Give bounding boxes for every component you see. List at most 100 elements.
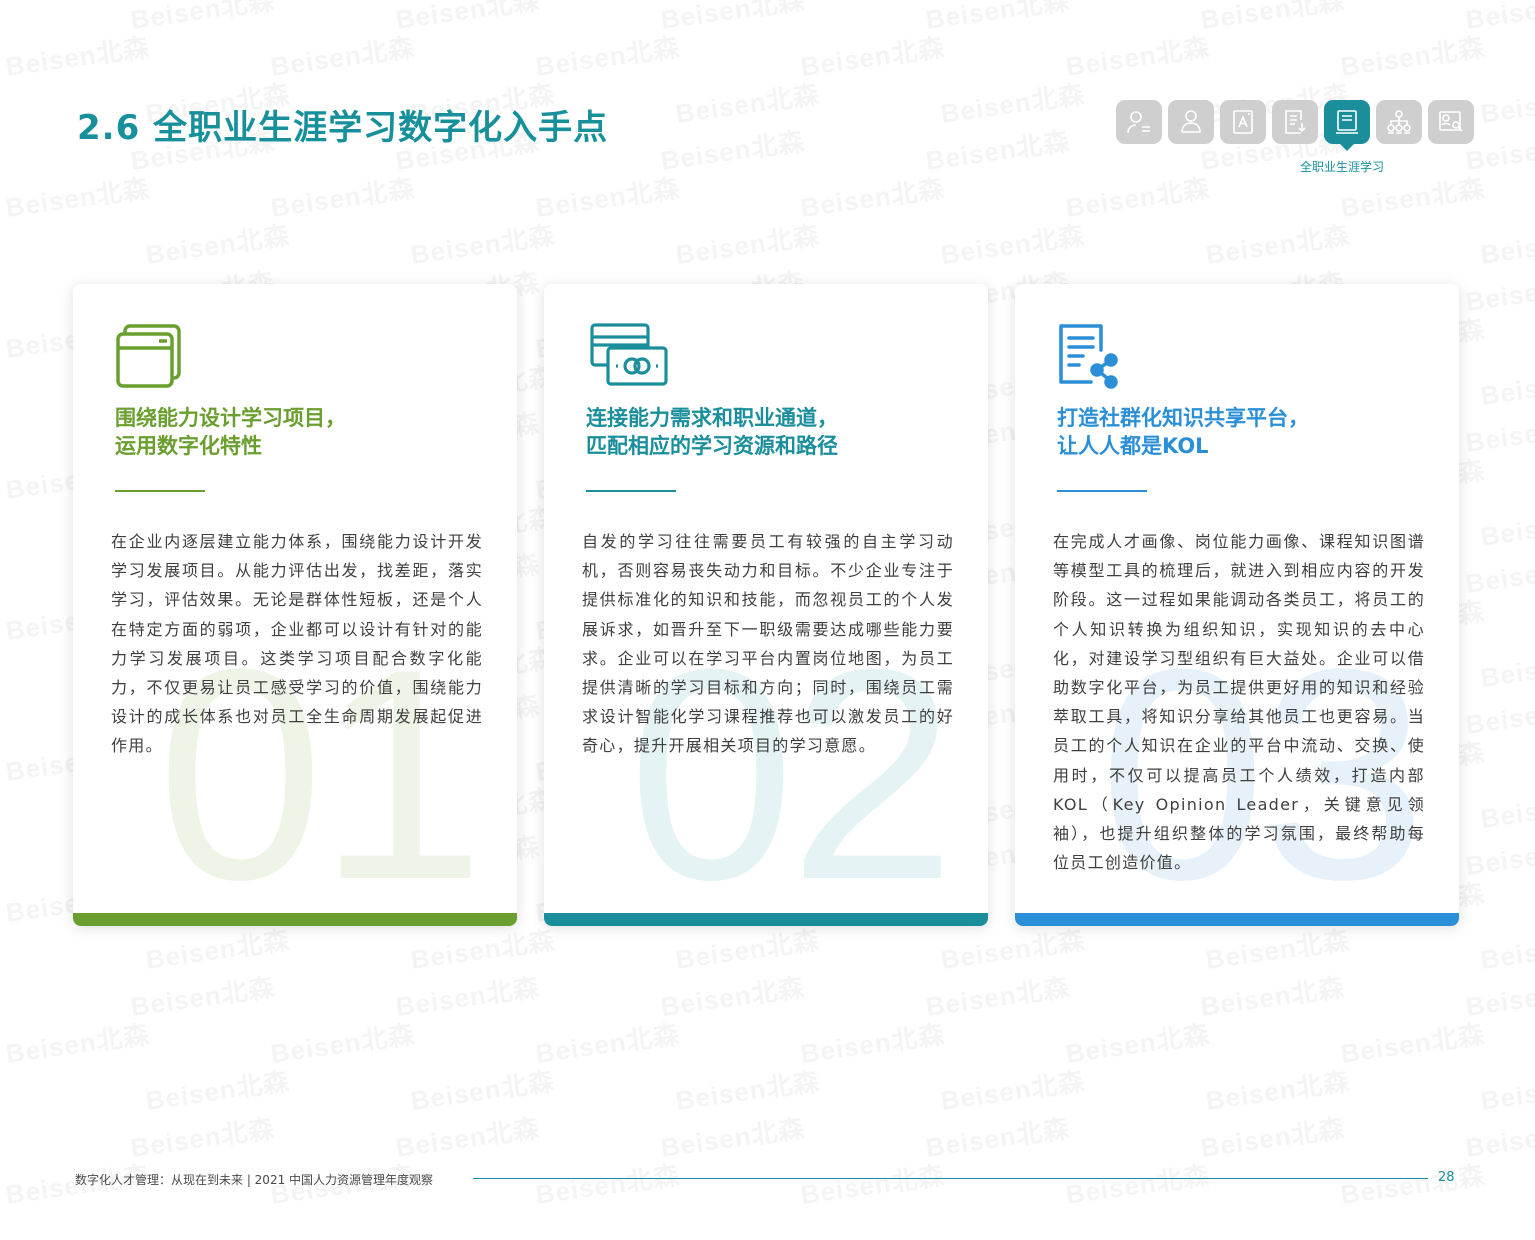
nav-learning-button[interactable] — [1324, 100, 1370, 151]
card-heading: 连接能力需求和职业通道， 匹配相应的学习资源和路径 — [586, 404, 966, 460]
watermark-text: Beisen北森 — [533, 27, 682, 84]
assessment-doc-icon — [1233, 110, 1253, 134]
nav-assessment-button[interactable] — [1220, 100, 1266, 144]
watermark-text: Beisen北森 — [393, 0, 542, 37]
watermark-text: Beisen北森 — [268, 27, 417, 84]
watermark-text: Beisen北森 — [1478, 356, 1535, 413]
watermark-text: Beisen北森 — [673, 215, 822, 272]
card-heading-line1: 围绕能力设计学习项目， — [115, 406, 346, 430]
watermark-text: Beisen北森 — [1063, 27, 1212, 84]
nav-person-org-button[interactable] — [1168, 100, 1214, 144]
watermark-text: Beisen北森 — [938, 1061, 1087, 1118]
watermark-text: Beisen北森 — [533, 168, 682, 225]
watermark-text: Beisen北森 — [1463, 403, 1535, 460]
browser-window-icon — [116, 324, 181, 388]
card-divider — [586, 490, 676, 492]
watermark-text: Beisen北森 — [1338, 1155, 1487, 1212]
watermark-text: Beisen北森 — [798, 1014, 947, 1071]
watermark-text: Beisen北森 — [143, 215, 292, 272]
card-divider — [115, 490, 205, 492]
watermark-text: Beisen北森 — [673, 920, 822, 977]
watermark-text: Beisen北森 — [658, 1108, 807, 1165]
nav-report-button[interactable] — [1272, 100, 1318, 144]
watermark-text: Beisen北森 — [128, 0, 277, 37]
card-body: 在完成人才画像、岗位能力画像、课程知识图谱等模型工具的梳理后，就进入到相应内容的… — [1053, 532, 1425, 873]
watermark-text: Beisen北森 — [923, 967, 1072, 1024]
watermark-text: Beisen北森 — [923, 0, 1072, 37]
watermark-text: Beisen北森 — [1463, 262, 1535, 319]
watermark-text: Beisen北森 — [1463, 1108, 1535, 1165]
person-org-icon — [1181, 110, 1201, 133]
watermark-text: Beisen北森 — [658, 121, 807, 178]
watermark-text: Beisen北森 — [1203, 920, 1352, 977]
card-bottom-bar — [1015, 913, 1459, 926]
watermark-text: Beisen北森 — [268, 168, 417, 225]
watermark-text: Beisen北森 — [1478, 638, 1535, 695]
watermark-text: Beisen北森 — [1063, 1014, 1212, 1071]
watermark-text: Beisen北森 — [1463, 544, 1535, 601]
card-heading-line2: 运用数字化特性 — [115, 434, 262, 458]
watermark-text: Beisen北森 — [658, 967, 807, 1024]
page-number: 28 — [1438, 1170, 1455, 1185]
card-divider — [1057, 490, 1147, 492]
watermark-text: Beisen北森 — [393, 967, 542, 1024]
watermark-text: Beisen北森 — [3, 27, 152, 84]
footer-divider — [473, 1178, 1428, 1179]
watermark-text: Beisen北森 — [938, 215, 1087, 272]
card-heading-line1: 连接能力需求和职业通道， — [586, 406, 838, 430]
card-heading-line1: 打造社群化知识共享平台， — [1057, 406, 1309, 430]
book-learning-icon — [1336, 110, 1358, 134]
nav-profile-search-button[interactable] — [1428, 100, 1474, 144]
watermark-text: Beisen北森 — [938, 74, 1087, 131]
watermark-text: Beisen北森 — [673, 74, 822, 131]
watermark-text: Beisen北森 — [1063, 168, 1212, 225]
watermark-text: Beisen北森 — [1463, 967, 1535, 1024]
card-heading: 打造社群化知识共享平台， 让人人都是KOL — [1057, 404, 1437, 460]
watermark-text: Beisen北森 — [128, 1108, 277, 1165]
nav-talent-profile-button[interactable] — [1116, 100, 1162, 144]
watermark-text: Beisen北森 — [128, 967, 277, 1024]
watermark-text: Beisen北森 — [1198, 0, 1347, 37]
watermark-text: Beisen北森 — [798, 168, 947, 225]
watermark-text: Beisen北森 — [3, 1014, 152, 1071]
watermark-text: Beisen北森 — [1478, 497, 1535, 554]
footer-text: 数字化人才管理：从现在到未来 | 2021 中国人力资源管理年度观察 — [75, 1173, 434, 1187]
watermark-text: Beisen北森 — [1338, 1014, 1487, 1071]
card-body: 自发的学习往往需要员工有较强的自主学习动机，否则容易丧失动力和目标。不少企业专注… — [582, 532, 954, 756]
watermark-text: Beisen北森 — [143, 1061, 292, 1118]
watermark-text: Beisen北森 — [938, 920, 1087, 977]
watermark-text: Beisen北森 — [1478, 779, 1535, 836]
watermark-text: Beisen北森 — [1478, 74, 1535, 131]
card-body: 在企业内逐层建立能力体系，围绕能力设计开发学习发展项目。从能力评估出发，找差距，… — [111, 532, 483, 756]
watermark-text: Beisen北森 — [1198, 967, 1347, 1024]
watermark-text: Beisen北森 — [1478, 920, 1535, 977]
card-02: 02 连接能力需求和职业通道， 匹配相应的学习资源和路径 自发的学习往往需要员工… — [544, 284, 988, 926]
watermark-text: Beisen北森 — [923, 121, 1072, 178]
watermark-text: Beisen北森 — [3, 168, 152, 225]
watermark-text: Beisen北森 — [1203, 215, 1352, 272]
watermark-text: Beisen北森 — [408, 215, 557, 272]
org-chart-icon — [1387, 110, 1411, 134]
report-doc-icon — [1285, 110, 1306, 134]
watermark-text: Beisen北森 — [408, 920, 557, 977]
card-heading-line2: 匹配相应的学习资源和路径 — [586, 434, 838, 458]
card-03: 03 打造社群化知识共享平台， 让人人都是KOL 在完成人才画像、岗位能力画像、… — [1015, 284, 1459, 926]
watermark-text: Beisen北森 — [1463, 685, 1535, 742]
document-share-icon — [1059, 324, 1118, 389]
active-section-caption: 全职业生涯学习 — [1300, 160, 1385, 174]
watermark-text: Beisen北森 — [798, 1155, 947, 1212]
card-heading-line2: 让人人都是KOL — [1057, 434, 1209, 458]
nav-org-chart-button[interactable] — [1376, 100, 1422, 144]
talent-profile-icon — [1127, 111, 1150, 134]
watermark-text: Beisen北森 — [1338, 168, 1487, 225]
watermark-text: Beisen北森 — [408, 1061, 557, 1118]
watermark-text: Beisen北森 — [533, 1014, 682, 1071]
watermark-text: Beisen北森 — [923, 1108, 1072, 1165]
card-01: 01 围绕能力设计学习项目， 运用数字化特性 在企业内逐层建立能力体系，围绕能力… — [73, 284, 517, 926]
watermark-text: Beisen北森 — [268, 1014, 417, 1071]
card-heading: 围绕能力设计学习项目， 运用数字化特性 — [115, 404, 495, 460]
watermark-text: Beisen北森 — [1463, 826, 1535, 883]
watermark-text: Beisen北森 — [1198, 1108, 1347, 1165]
watermark-text: Beisen北森 — [533, 1155, 682, 1212]
watermark-text: Beisen北森 — [798, 27, 947, 84]
